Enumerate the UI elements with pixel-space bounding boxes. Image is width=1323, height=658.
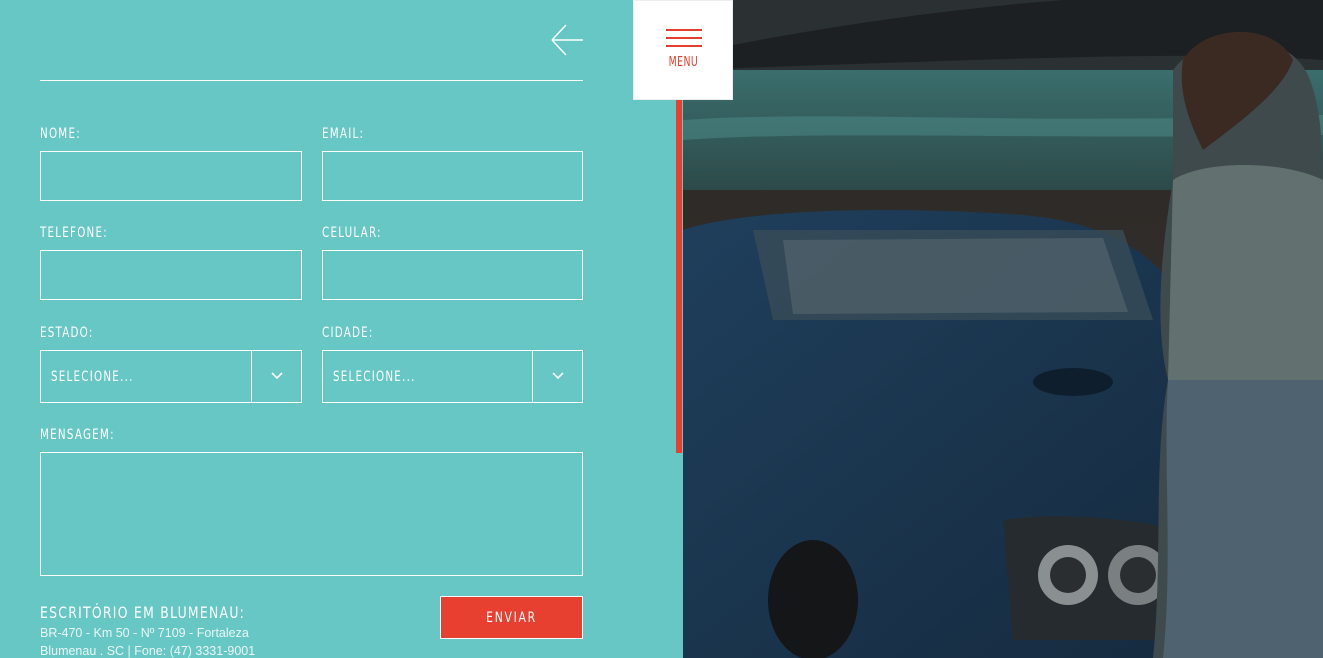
phone-label: TELEFONE: — [40, 225, 108, 241]
hero-background-image — [683, 0, 1323, 658]
mobile-label: CELULAR: — [322, 225, 382, 241]
city-label: CIDADE: — [322, 325, 374, 341]
menu-label: MENU — [668, 55, 698, 70]
office-address-line2: Blumenau . SC | Fone: (47) 3331-9001 — [40, 644, 256, 658]
city-select-value: SELECIONE... — [333, 369, 416, 385]
email-label: EMAIL: — [322, 126, 365, 142]
menu-button[interactable]: MENU — [633, 0, 733, 100]
contact-panel: NOME: EMAIL: TELEFONE: CELULAR: ESTADO: … — [0, 0, 676, 658]
state-label: ESTADO: — [40, 325, 94, 341]
city-select-divider — [532, 351, 533, 402]
header-divider — [40, 80, 583, 81]
name-label: NOME: — [40, 126, 81, 142]
scrollbar-thumb[interactable] — [676, 100, 682, 453]
office-title: ESCRITÓRIO EM BLUMENAU: — [40, 603, 246, 622]
city-select[interactable]: SELECIONE... — [322, 350, 583, 403]
state-select-divider — [251, 351, 252, 402]
email-input[interactable] — [322, 151, 583, 201]
message-label: MENSAGEM: — [40, 427, 115, 443]
phone-input[interactable] — [40, 250, 302, 300]
state-select[interactable]: SELECIONE... — [40, 350, 302, 403]
chevron-down-icon — [552, 372, 564, 380]
message-textarea[interactable] — [40, 452, 583, 576]
send-button-label: ENVIAR — [486, 609, 537, 626]
chevron-down-icon — [271, 372, 283, 380]
state-select-value: SELECIONE... — [51, 369, 134, 385]
back-arrow-icon[interactable] — [549, 22, 585, 58]
office-address-line1: BR-470 - Km 50 - Nº 7109 - Fortaleza — [40, 626, 249, 640]
name-input[interactable] — [40, 151, 302, 201]
send-button[interactable]: ENVIAR — [440, 596, 583, 639]
mobile-input[interactable] — [322, 250, 583, 300]
